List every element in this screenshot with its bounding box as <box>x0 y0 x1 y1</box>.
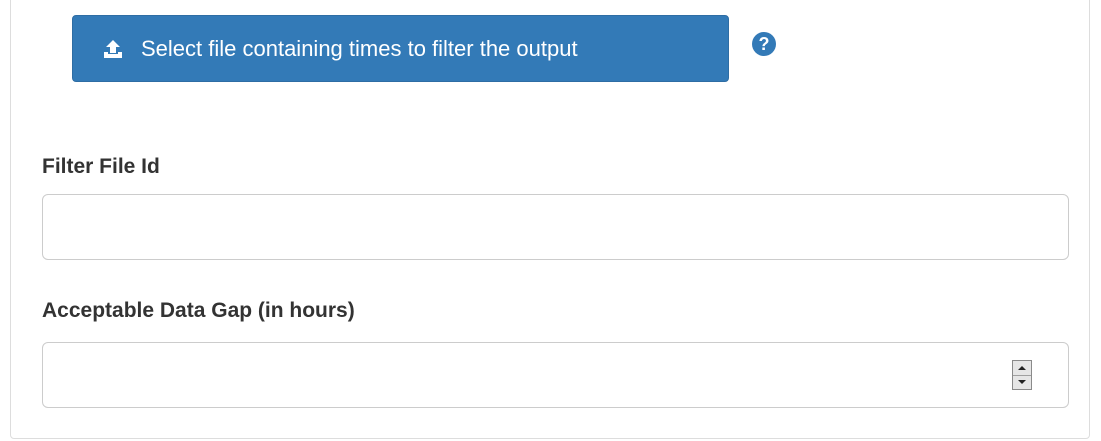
select-file-button-label: Select file containing times to filter t… <box>141 35 578 61</box>
filter-file-id-label: Filter File Id <box>42 155 160 178</box>
filter-file-id-input[interactable] <box>42 194 1069 260</box>
svg-text:?: ? <box>759 34 770 54</box>
number-spinner-icon[interactable] <box>1012 360 1032 390</box>
select-file-button[interactable]: Select file containing times to filter t… <box>72 15 729 82</box>
spinner-down-icon[interactable] <box>1013 376 1031 390</box>
acceptable-data-gap-input[interactable] <box>42 342 1069 408</box>
upload-icon <box>101 37 125 61</box>
spinner-up-icon[interactable] <box>1013 361 1031 376</box>
acceptable-data-gap-label: Acceptable Data Gap (in hours) <box>42 299 355 322</box>
upload-row: Select file containing times to filter t… <box>72 15 777 82</box>
question-circle-icon[interactable]: ? <box>751 31 777 57</box>
